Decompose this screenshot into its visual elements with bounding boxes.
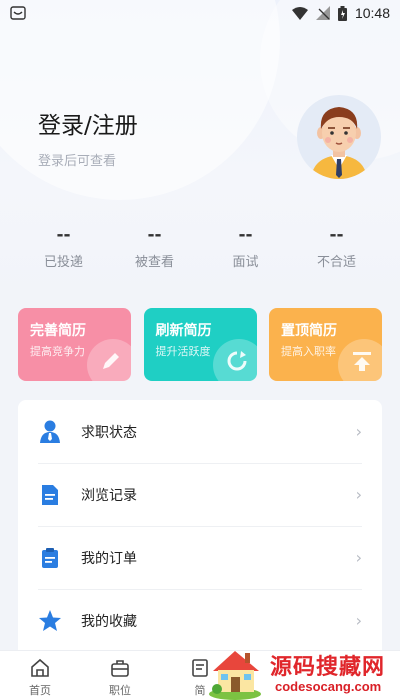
notification-icon — [10, 6, 26, 20]
wifi-icon — [291, 7, 308, 20]
star-icon — [38, 609, 62, 633]
menu-label: 浏览记录 — [81, 487, 137, 504]
menu-label: 我的收藏 — [81, 613, 137, 630]
tab-label: 首页 — [29, 684, 51, 697]
person-icon — [38, 420, 62, 444]
pin-resume-card[interactable]: 置顶简历 提高入职率 — [269, 308, 382, 381]
watermark-title: 源码搜藏网 — [270, 655, 386, 680]
menu-job-status[interactable]: 求职状态 › — [18, 400, 382, 463]
stats-row: -- 已投递 -- 被查看 -- 面试 -- 不合适 — [18, 225, 382, 273]
menu-label: 我的订单 — [81, 550, 137, 567]
battery-icon — [337, 5, 347, 21]
stat-label: 被查看 — [134, 255, 174, 270]
briefcase-icon — [80, 656, 160, 680]
home-icon — [0, 656, 80, 680]
stat-value: -- — [329, 225, 344, 245]
chevron-right-icon: › — [355, 485, 362, 504]
menu-my-orders[interactable]: 我的订单 › — [18, 526, 382, 589]
menu-my-favorites[interactable]: 我的收藏 › — [18, 589, 382, 652]
card-title: 置顶简历 — [281, 323, 337, 339]
document-icon — [38, 483, 62, 507]
stat-delivered[interactable]: -- 已投递 — [18, 225, 109, 273]
stat-value: -- — [56, 225, 71, 245]
signal-icon — [315, 6, 330, 20]
stat-label: 面试 — [232, 255, 259, 270]
chevron-right-icon: › — [355, 422, 362, 441]
tab-home[interactable]: 首页 — [0, 651, 80, 700]
tab-label: 职位 — [109, 684, 131, 697]
clock: 10:48 — [354, 5, 390, 21]
stat-label: 不合适 — [316, 255, 356, 270]
login-hint: 登录后可查看 — [38, 154, 117, 169]
menu-label: 求职状态 — [81, 424, 137, 441]
menu-list: 求职状态 › 浏览记录 › 我的订单 › 我的收藏 › — [18, 400, 382, 660]
stat-unsuitable[interactable]: -- 不合适 — [291, 225, 382, 273]
stat-interview[interactable]: -- 面试 — [200, 225, 291, 273]
menu-browse-history[interactable]: 浏览记录 › — [18, 463, 382, 526]
watermark-url: codesocang.com — [275, 679, 382, 694]
card-title: 完善简历 — [30, 323, 86, 339]
refresh-resume-card[interactable]: 刷新简历 提升活跃度 — [143, 308, 257, 381]
house-logo-icon — [209, 651, 261, 700]
stat-value: -- — [238, 225, 253, 245]
tab-jobs[interactable]: 职位 — [80, 651, 160, 700]
stat-label: 已投递 — [43, 255, 83, 270]
stat-value: -- — [147, 225, 162, 245]
stat-viewed[interactable]: -- 被查看 — [109, 225, 200, 273]
resume-actions: 完善简历 提高竞争力 刷新简历 提升活跃度 置顶简历 提高入职率 — [18, 308, 382, 381]
chevron-right-icon: › — [355, 548, 362, 567]
improve-resume-card[interactable]: 完善简历 提高竞争力 — [18, 308, 131, 381]
chevron-right-icon: › — [355, 611, 362, 630]
avatar[interactable] — [297, 95, 381, 179]
login-register-link[interactable]: 登录/注册 — [38, 106, 138, 140]
watermark: 源码搜藏网 codesocang.com — [205, 645, 400, 700]
card-title: 刷新简历 — [155, 323, 212, 339]
order-icon — [38, 546, 62, 570]
status-bar: 10:48 — [0, 0, 400, 26]
